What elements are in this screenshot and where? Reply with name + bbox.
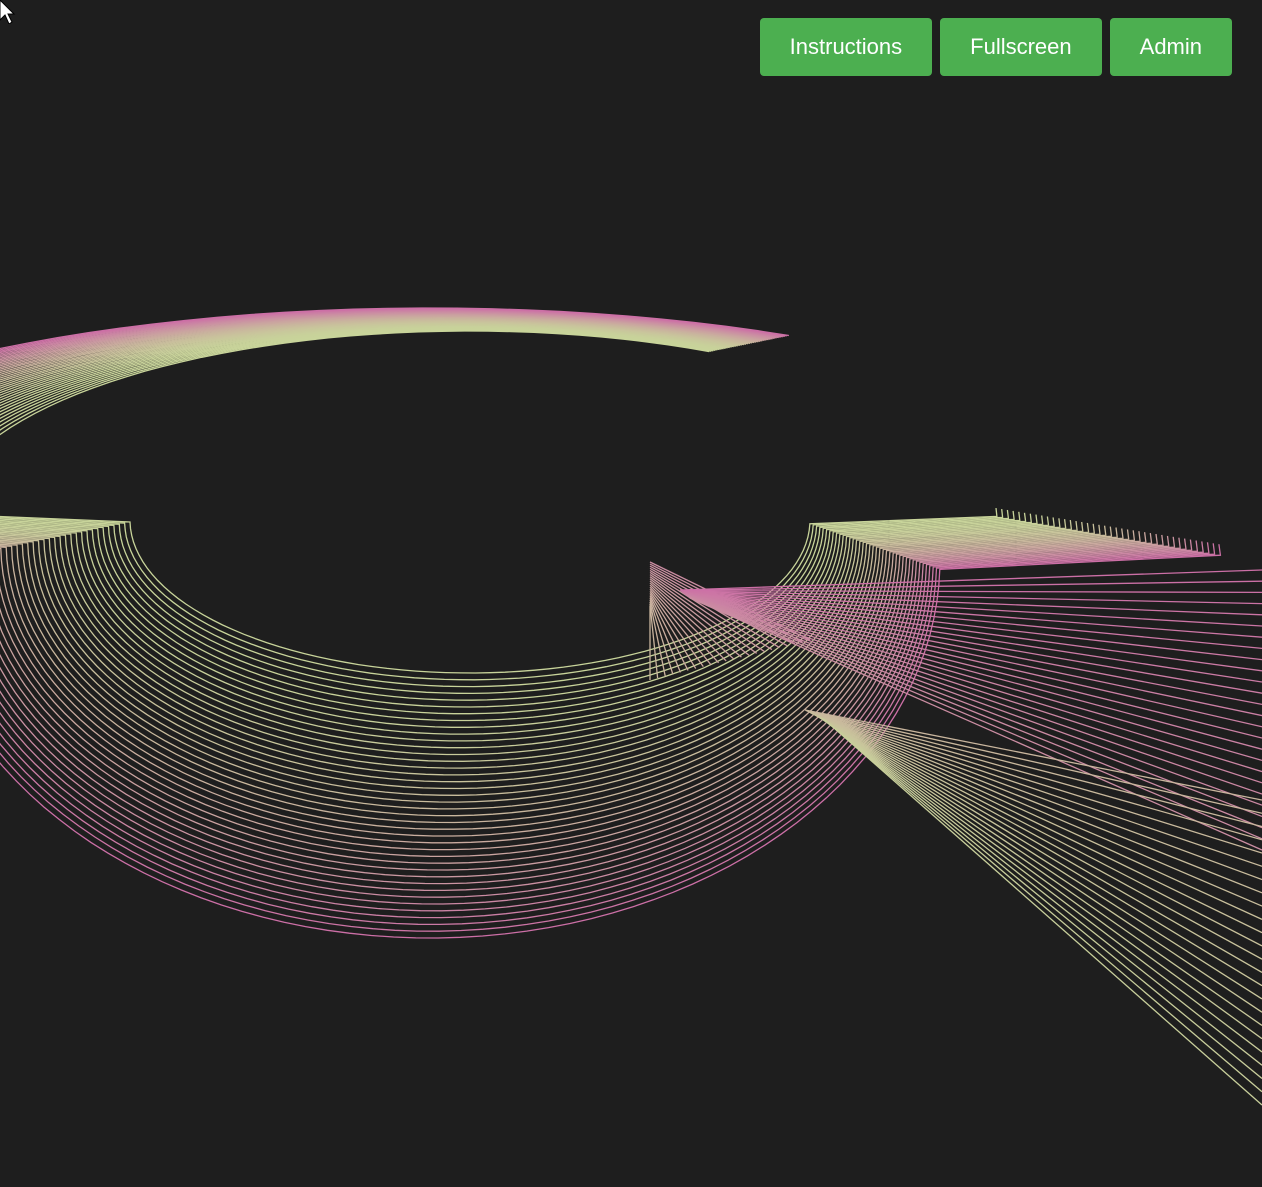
spiral-curve: [0, 312, 1170, 878]
ray-pink: [686, 594, 1262, 750]
instructions-button[interactable]: Instructions: [759, 18, 933, 76]
ray-green: [817, 715, 1262, 1000]
ray-green: [821, 717, 1262, 1053]
ray-green: [822, 718, 1262, 1079]
top-toolbar: Instructions Fullscreen Admin: [759, 18, 1232, 76]
spiral-curve: [0, 315, 1147, 851]
ray-green: [813, 713, 1262, 934]
spiral-curve: [0, 329, 1004, 681]
ray-green: [810, 712, 1262, 894]
spiral-curve: [0, 309, 1204, 919]
line-art-canvas: [0, 307, 1262, 1106]
fullscreen-button[interactable]: Fullscreen: [940, 18, 1102, 76]
ray-pink: [683, 592, 1262, 683]
ray-pink: [679, 569, 1262, 591]
spiral-curve: [0, 309, 1199, 912]
mouse-pointer-icon: [0, 0, 16, 24]
spiral-curve: [0, 328, 1021, 701]
ray-pink: [680, 589, 1262, 594]
canvas-area[interactable]: Instructions Fullscreen Admin: [0, 0, 1262, 1187]
ray-green: [823, 719, 1262, 1093]
ray-pink: [680, 580, 1262, 591]
spiral-curve: [0, 311, 1181, 892]
spiral-curve: [0, 313, 1159, 864]
admin-button[interactable]: Admin: [1109, 18, 1232, 76]
ray-green: [809, 711, 1262, 867]
ray-green: [814, 714, 1262, 947]
funnel-line: [649, 601, 666, 677]
ray-green: [808, 711, 1262, 854]
spiral-curve: [0, 329, 1010, 688]
spiral-curve: [0, 308, 1210, 926]
